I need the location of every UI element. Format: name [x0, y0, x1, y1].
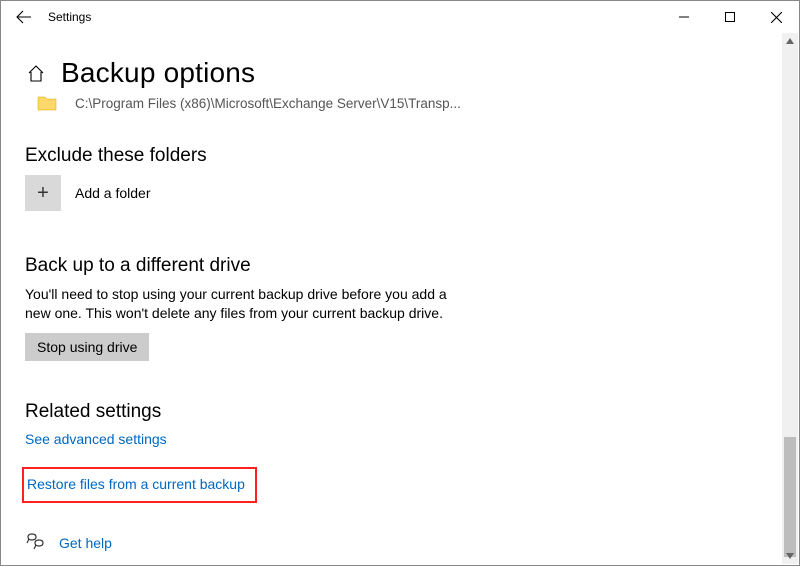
close-icon: [771, 12, 782, 23]
close-button[interactable]: [753, 1, 799, 33]
page-header: Backup options: [25, 57, 775, 89]
add-folder-row[interactable]: + Add a folder: [25, 175, 775, 211]
restore-highlight-box: Restore files from a current backup: [22, 467, 257, 503]
drive-heading: Back up to a different drive: [25, 255, 775, 277]
stop-using-drive-button[interactable]: Stop using drive: [25, 333, 149, 361]
backup-path-text: C:\Program Files (x86)\Microsoft\Exchang…: [75, 96, 461, 111]
scrollbar-thumb[interactable]: [784, 437, 796, 557]
titlebar: Settings: [1, 1, 799, 33]
add-folder-button[interactable]: +: [25, 175, 61, 211]
get-help-link[interactable]: Get help: [59, 535, 112, 551]
back-arrow-icon: [16, 9, 32, 25]
settings-window: Settings Backup options C:\Program F: [0, 0, 800, 566]
vertical-scrollbar[interactable]: [782, 33, 798, 564]
exclude-heading: Exclude these folders: [25, 145, 775, 167]
see-advanced-settings-link[interactable]: See advanced settings: [25, 431, 167, 447]
scrollbar-down-arrow-icon[interactable]: [782, 548, 798, 564]
drive-description: You'll need to stop using your current b…: [25, 285, 455, 323]
window-controls: [661, 1, 799, 33]
minimize-icon: [679, 12, 689, 22]
help-icon: [25, 533, 45, 553]
minimize-button[interactable]: [661, 1, 707, 33]
get-help-row[interactable]: Get help: [25, 533, 775, 553]
maximize-button[interactable]: [707, 1, 753, 33]
window-title: Settings: [47, 10, 661, 24]
restore-files-link[interactable]: Restore files from a current backup: [27, 476, 245, 492]
back-button[interactable]: [1, 1, 47, 33]
content-area: Backup options C:\Program Files (x86)\Mi…: [1, 57, 799, 553]
backup-path-row[interactable]: C:\Program Files (x86)\Microsoft\Exchang…: [29, 95, 775, 111]
related-heading: Related settings: [25, 401, 775, 423]
maximize-icon: [725, 12, 735, 22]
scrollbar-up-arrow-icon[interactable]: [782, 33, 798, 49]
home-icon[interactable]: [25, 63, 47, 83]
folder-icon: [37, 95, 57, 111]
add-folder-label: Add a folder: [75, 185, 151, 201]
plus-icon: +: [37, 182, 49, 205]
page-title: Backup options: [61, 57, 255, 89]
